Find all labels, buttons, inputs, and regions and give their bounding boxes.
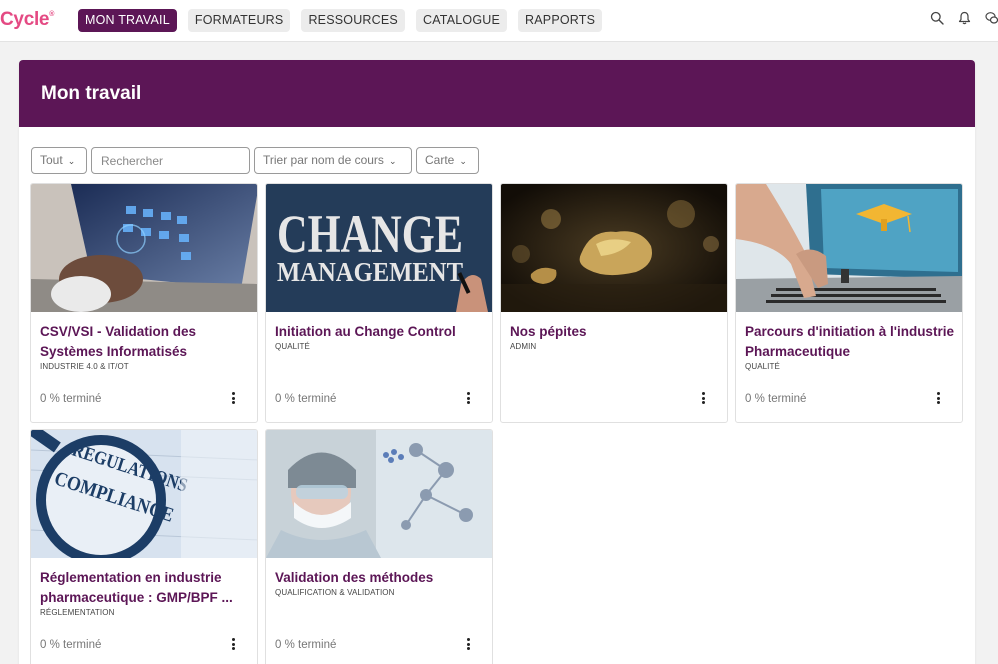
filter-bar: Tout⌄ Trier par nom de cours⌄ Carte⌄: [31, 147, 479, 174]
nav-catalogue[interactable]: CATALOGUE: [415, 9, 508, 32]
course-title[interactable]: CSV/VSI - Validation des Systèmes Inform…: [40, 322, 250, 361]
app-logo[interactable]: Cycle®: [0, 9, 54, 31]
my-work-panel: Mon travail Tout⌄ Trier par nom de cours…: [19, 60, 975, 664]
course-category: QUALIFICATION & VALIDATION: [275, 588, 395, 597]
course-progress: 0 % terminé: [275, 639, 337, 651]
course-title[interactable]: Réglementation en industrie pharmaceutiq…: [40, 568, 250, 607]
main-nav: MON TRAVAIL FORMATEURS RESSOURCES CATALO…: [78, 9, 603, 32]
course-category: INDUSTRIE 4.0 & IT/OT: [40, 362, 129, 371]
course-progress: 0 % terminé: [40, 393, 102, 405]
gold-nugget-image: [501, 184, 727, 312]
search-input[interactable]: [91, 147, 250, 174]
course-card[interactable]: Validation des méthodes QUALIFICATION & …: [265, 429, 493, 664]
course-card[interactable]: Nos pépites ADMIN: [500, 183, 728, 423]
course-title[interactable]: Initiation au Change Control: [275, 322, 485, 342]
change-management-image: CHANGE MANAGEMENT: [266, 184, 492, 312]
chevron-down-icon: ⌄: [388, 156, 397, 166]
chevron-down-icon: ⌄: [67, 156, 76, 166]
course-category: QUALITÉ: [275, 342, 310, 351]
course-category: RÉGLEMENTATION: [40, 608, 115, 617]
top-navigation-bar: Cycle® MON TRAVAIL FORMATEURS RESSOURCES…: [0, 0, 998, 42]
panel-header: Mon travail: [19, 60, 975, 127]
course-progress: 0 % terminé: [745, 393, 807, 405]
course-category: QUALITÉ: [745, 362, 780, 371]
laptop-data-image: [31, 184, 257, 312]
image-text-management: MANAGEMENT: [277, 257, 463, 287]
course-title[interactable]: Nos pépites: [510, 322, 720, 342]
top-icons: [930, 11, 998, 25]
more-options-icon[interactable]: [229, 392, 237, 406]
type-filter-select[interactable]: Tout ⌄: [31, 147, 87, 174]
course-card[interactable]: REGULATIONS COMPLIANCE Réglementation en…: [30, 429, 258, 664]
more-options-icon[interactable]: [699, 392, 707, 406]
course-card[interactable]: Parcours d'initiation à l'industrie Phar…: [735, 183, 963, 423]
laptop-graduation-image: [736, 184, 962, 312]
search-icon[interactable]: [930, 11, 944, 25]
page-title: Mon travail: [41, 83, 142, 104]
chat-icon[interactable]: [985, 11, 998, 25]
course-card[interactable]: CSV/VSI - Validation des Systèmes Inform…: [30, 183, 258, 423]
more-options-icon[interactable]: [464, 392, 472, 406]
course-category: ADMIN: [510, 342, 537, 351]
chevron-down-icon: ⌄: [459, 156, 467, 166]
course-progress: 0 % terminé: [40, 639, 102, 651]
sort-select[interactable]: Trier par nom de cours ⌄: [254, 147, 412, 174]
image-text-change: CHANGE: [277, 204, 463, 264]
course-title[interactable]: Validation des méthodes: [275, 568, 485, 588]
more-options-icon[interactable]: [464, 638, 472, 652]
more-options-icon[interactable]: [934, 392, 942, 406]
regulations-compliance-image: REGULATIONS COMPLIANCE: [31, 430, 257, 558]
nav-rapports[interactable]: RAPPORTS: [518, 9, 603, 32]
nav-formateurs[interactable]: FORMATEURS: [187, 9, 291, 32]
lab-scientist-image: [266, 430, 492, 558]
course-progress: 0 % terminé: [275, 393, 337, 405]
nav-ressources[interactable]: RESSOURCES: [301, 9, 405, 32]
course-title[interactable]: Parcours d'initiation à l'industrie Phar…: [745, 322, 955, 361]
more-options-icon[interactable]: [229, 638, 237, 652]
view-select[interactable]: Carte ⌄: [416, 147, 479, 174]
nav-mon-travail[interactable]: MON TRAVAIL: [78, 9, 177, 32]
bell-icon[interactable]: [958, 11, 971, 25]
course-card[interactable]: CHANGE MANAGEMENT Initiation au Change C…: [265, 183, 493, 423]
